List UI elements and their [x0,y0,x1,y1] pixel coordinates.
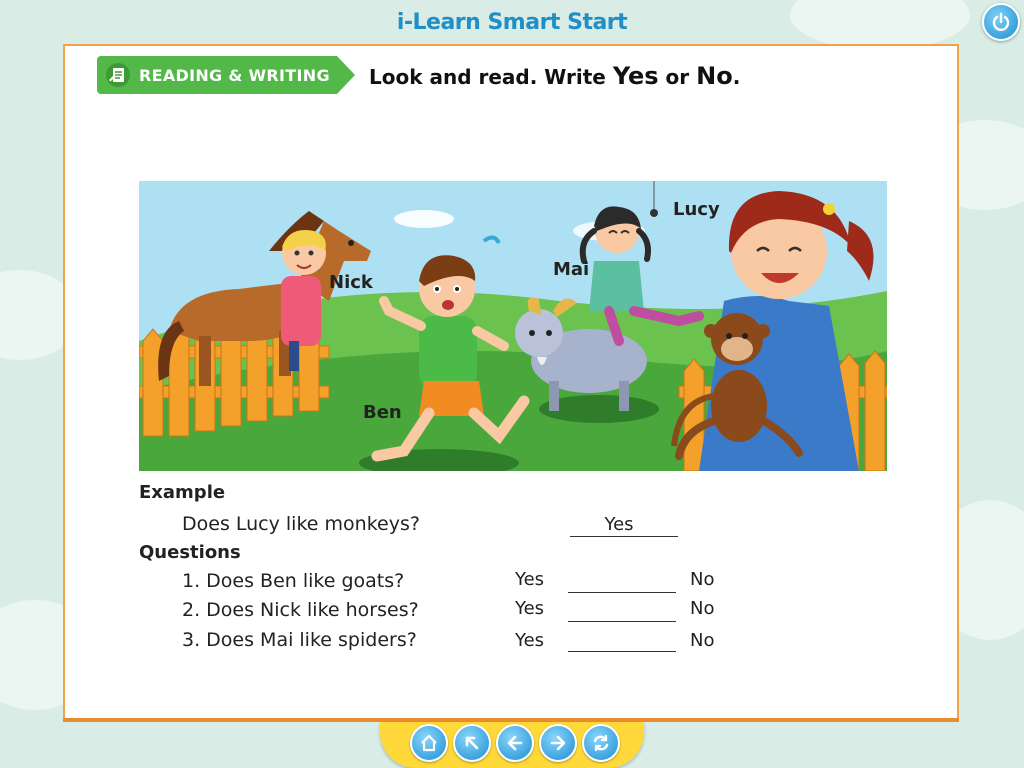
home-button[interactable] [410,724,448,762]
document-icon [97,56,139,94]
arrow-up-left-icon [465,736,479,750]
example-answer: Yes [604,514,634,535]
exercise-page: READING & WRITING Look and read. Write Y… [63,44,959,720]
scene-illustration [139,181,887,471]
next-button[interactable] [539,724,577,762]
no-option[interactable]: No [690,598,714,619]
label-ben: Ben [363,402,402,423]
no-option[interactable]: No [690,569,714,590]
yes-option[interactable]: Yes [515,569,544,590]
instruction-no: No [696,62,733,90]
instruction-or: or [658,65,697,89]
badge-label: READING & WRITING [139,65,330,85]
question-text: 1. Does Ben like goats? [182,570,405,592]
answer-blank[interactable] [568,620,676,622]
label-nick: Nick [329,272,373,293]
instruction-text: Look and read. Write Yes or No. [369,62,740,90]
example-answer-line [570,535,678,537]
questions-heading: Questions [139,542,241,563]
label-mai: Mai [553,259,590,280]
no-option[interactable]: No [690,630,714,651]
instruction-yes: Yes [612,62,659,90]
power-button[interactable] [982,3,1020,41]
illustration-scene: Nick Mai Lucy Ben [139,181,887,471]
reading-writing-badge: READING & WRITING [97,56,355,94]
answer-blank[interactable] [568,591,676,593]
home-icon [421,734,437,752]
yes-option[interactable]: Yes [515,630,544,651]
yes-option[interactable]: Yes [515,598,544,619]
previous-button[interactable] [496,724,534,762]
question-text: 2. Does Nick like horses? [182,599,419,621]
question-text: 3. Does Mai like spiders? [182,629,417,651]
answer-blank[interactable] [568,650,676,652]
app-title: i-Learn Smart Start [396,10,628,35]
label-lucy: Lucy [673,199,720,220]
back-to-menu-button[interactable] [453,724,491,762]
example-heading: Example [139,482,226,503]
instruction-prefix: Look and read. Write [369,65,613,89]
refresh-icon [593,734,609,752]
arrow-left-icon [507,735,523,751]
example-question: Does Lucy like monkeys? [182,513,420,535]
power-icon [992,12,1010,31]
arrow-right-icon [550,735,566,751]
refresh-button[interactable] [582,724,620,762]
navigation-dock [380,722,644,768]
instruction-end: . [732,65,741,89]
